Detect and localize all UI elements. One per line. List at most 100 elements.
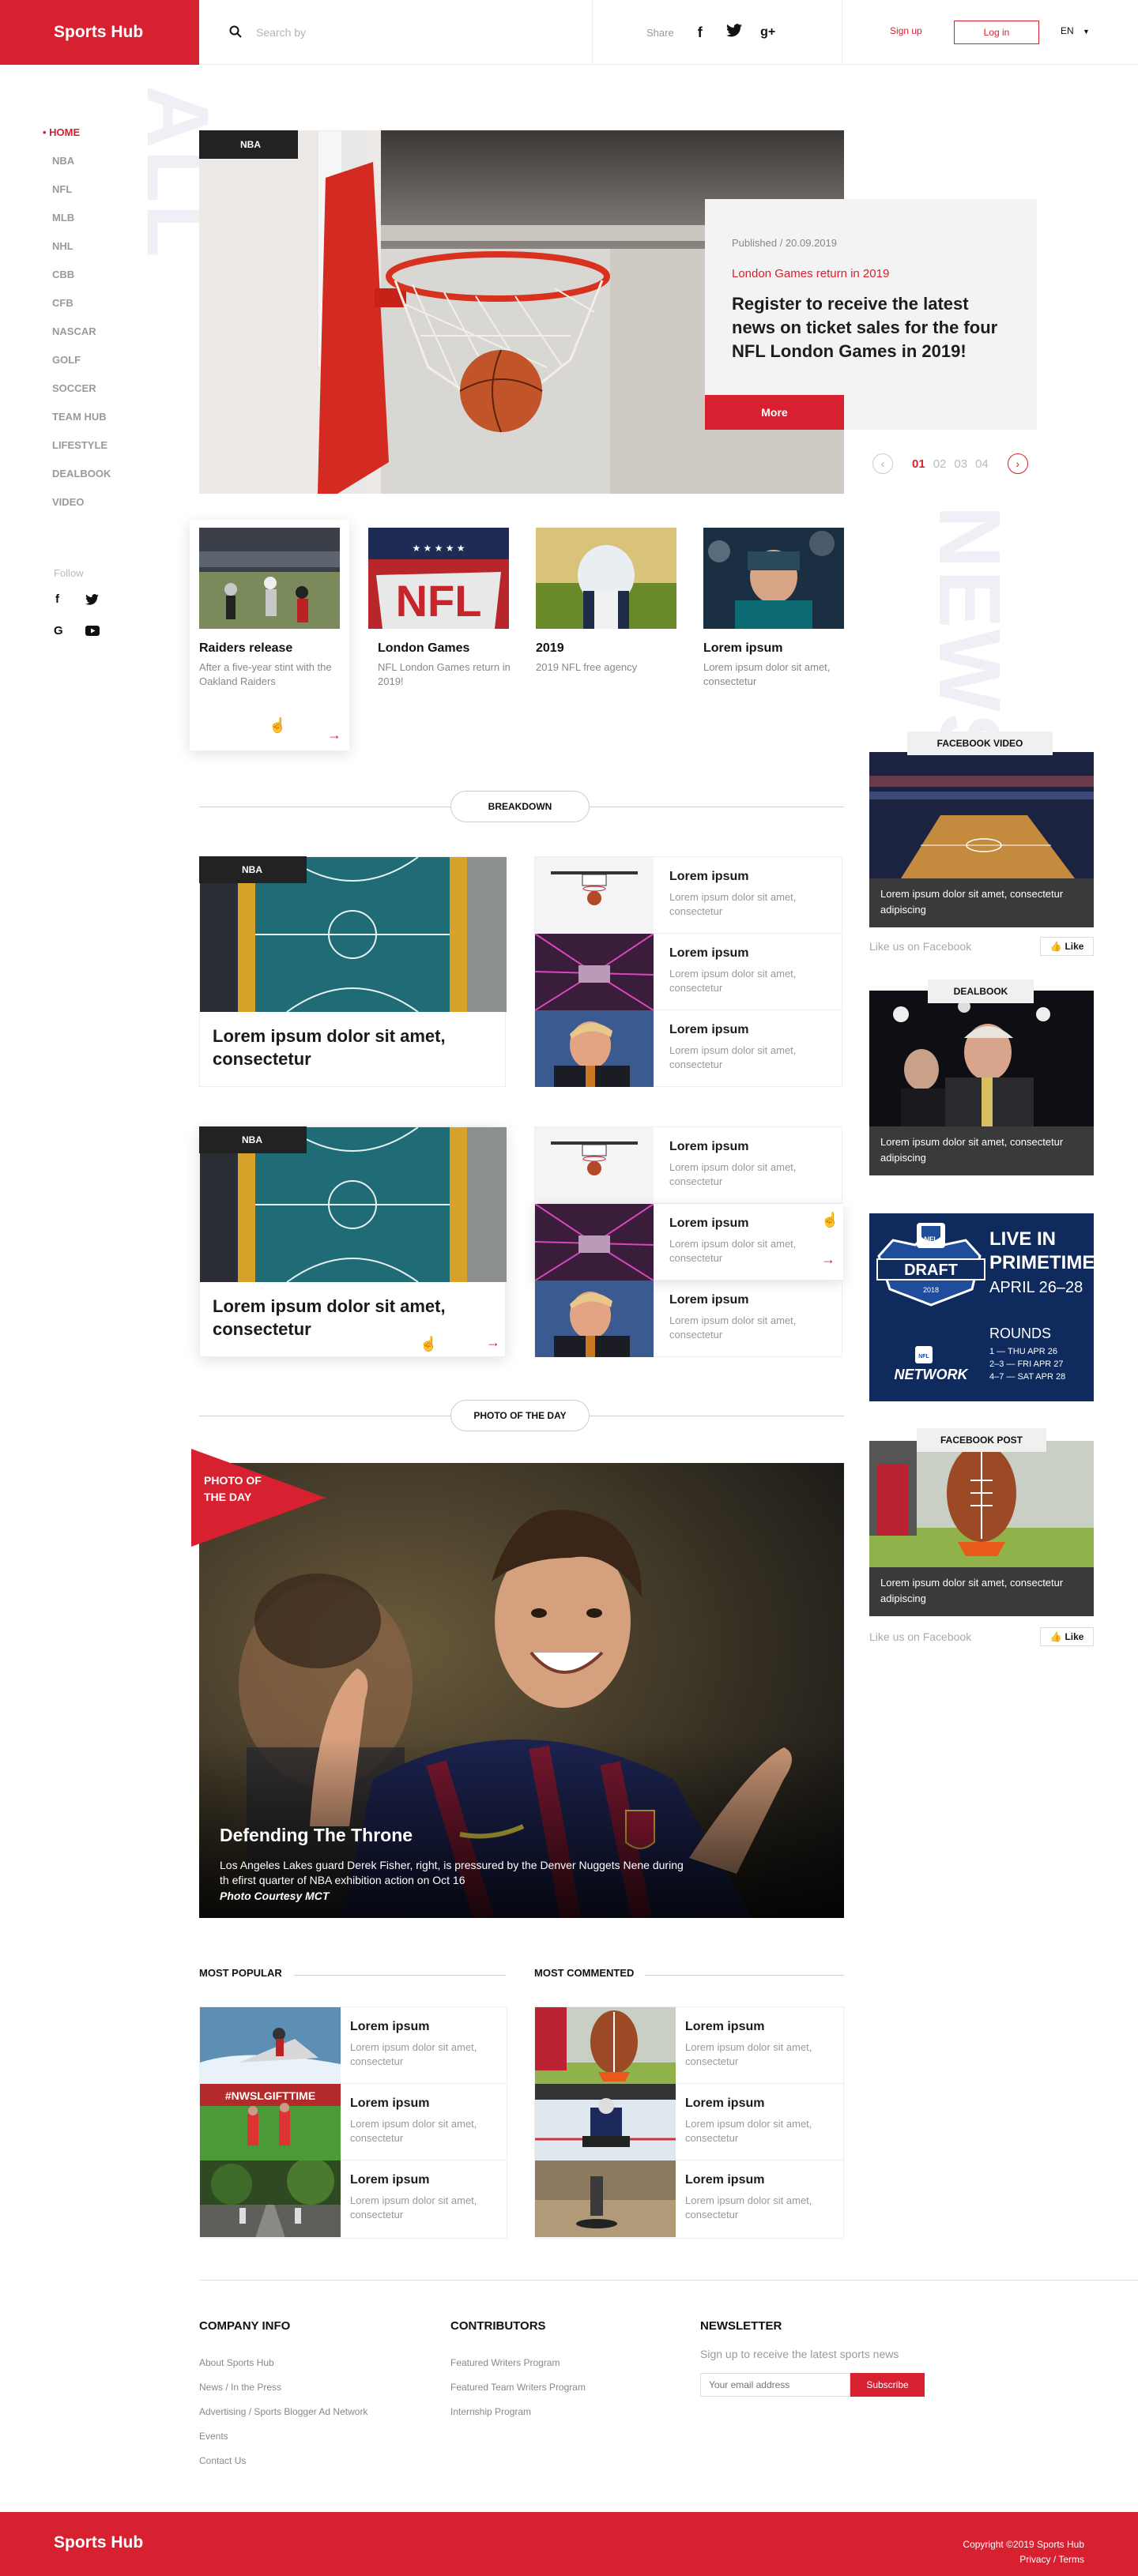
copyright-text: Copyright ©2019 Sports Hub: [963, 2539, 1084, 2550]
like-button[interactable]: 👍 Like: [1040, 1627, 1094, 1646]
newsletter-text: Sign up to receive the latest sports new…: [700, 2348, 899, 2360]
newsletter-email-input[interactable]: [700, 2373, 850, 2397]
twitter-icon[interactable]: [725, 24, 742, 41]
page-number[interactable]: 03: [954, 457, 967, 471]
youtube-icon[interactable]: [85, 626, 100, 639]
google-icon[interactable]: G: [54, 624, 63, 637]
list-item-title: Lorem ipsum: [669, 1023, 749, 1036]
card-image[interactable]: [536, 528, 676, 629]
feature-title[interactable]: Lorem ipsum dolor sit amet, consectetur: [213, 1025, 473, 1070]
hero-subtitle[interactable]: London Games return in 2019: [732, 267, 889, 280]
list-item[interactable]: Lorem ipsum Lorem ipsum dolor sit amet, …: [200, 2007, 508, 2084]
sidebar-item-dealbook[interactable]: DEALBOOK: [43, 468, 111, 496]
chevron-right-icon[interactable]: ›: [1007, 453, 1028, 474]
facebook-video-caption[interactable]: Lorem ipsum dolor sit amet, consectetur …: [869, 878, 1094, 927]
more-button[interactable]: More: [705, 395, 844, 430]
nfl-draft-ad[interactable]: NFL DRAFT 2018 LIVE IN PRIMETIME APRIL 2…: [869, 1213, 1094, 1401]
sidebar-item-mlb[interactable]: MLB: [43, 212, 111, 240]
list-item[interactable]: Lorem ipsum Lorem ipsum dolor sit amet, …: [535, 857, 843, 934]
arrow-right-icon[interactable]: →: [821, 1251, 835, 1268]
search-input[interactable]: [256, 26, 556, 39]
facebook-icon[interactable]: f: [55, 592, 59, 606]
dealbook-image[interactable]: [869, 991, 1094, 1126]
sidebar-item-nhl[interactable]: NHL: [43, 240, 111, 269]
facebook-video-image[interactable]: [869, 752, 1094, 878]
list-item[interactable]: Lorem ipsum Lorem ipsum dolor sit amet, …: [535, 1204, 843, 1280]
language-value: EN: [1061, 25, 1074, 36]
list-item[interactable]: Lorem ipsum Lorem ipsum dolor sit amet, …: [535, 1127, 843, 1204]
sidebar-item-golf[interactable]: GOLF: [43, 354, 111, 382]
arrow-right-icon[interactable]: →: [327, 727, 341, 743]
facebook-icon[interactable]: f: [691, 24, 709, 41]
like-button[interactable]: 👍 Like: [1040, 937, 1094, 956]
list-item[interactable]: Lorem ipsum Lorem ipsum dolor sit amet, …: [535, 934, 843, 1010]
page-number[interactable]: 01: [912, 457, 925, 471]
sidebar-item-nfl[interactable]: NFL: [43, 183, 111, 212]
subscribe-button[interactable]: Subscribe: [850, 2373, 925, 2397]
sidebar-item-cbb[interactable]: CBB: [43, 269, 111, 297]
chevron-left-icon[interactable]: ‹: [872, 453, 893, 474]
login-button[interactable]: Log in: [954, 21, 1039, 44]
list-item[interactable]: Lorem ipsum Lorem ipsum dolor sit amet, …: [535, 2160, 845, 2238]
breakdown-feature-card[interactable]: Lorem ipsum dolor sit amet, consectetur …: [199, 1126, 507, 1357]
card-image[interactable]: [703, 528, 844, 629]
sidebar-item-soccer[interactable]: SOCCER: [43, 382, 111, 411]
list-item[interactable]: #NWSLGIFTTIME Lorem ipsum Lorem ipsum do…: [200, 2084, 508, 2160]
footer-link[interactable]: Featured Writers Program: [450, 2357, 560, 2368]
footer-link[interactable]: Events: [199, 2431, 228, 2442]
language-select[interactable]: EN ▼: [1061, 25, 1090, 36]
list-item[interactable]: Lorem ipsum Lorem ipsum dolor sit amet, …: [535, 1010, 843, 1088]
page-number[interactable]: 04: [975, 457, 989, 471]
dealbook-caption[interactable]: Lorem ipsum dolor sit amet, consectetur …: [869, 1126, 1094, 1175]
hero-pagination: ‹ 01 02 03 04 ›: [872, 453, 1028, 474]
google-plus-icon[interactable]: g+: [759, 25, 777, 39]
like-us-text[interactable]: Like us on Facebook: [869, 940, 971, 953]
page-number[interactable]: 02: [933, 457, 947, 471]
footer-link[interactable]: Advertising / Sports Blogger Ad Network: [199, 2406, 367, 2417]
flag-text: PHOTO OF THE DAY: [204, 1474, 262, 1503]
card-image[interactable]: [199, 528, 340, 629]
photo-title[interactable]: Defending The Throne: [220, 1825, 413, 1846]
signup-link[interactable]: Sign up: [890, 25, 922, 36]
svg-text:★ ★ ★ ★ ★: ★ ★ ★ ★ ★: [412, 543, 465, 554]
ad-round-1: 1 — THU APR 26: [989, 1347, 1057, 1356]
card-title[interactable]: 2019: [536, 641, 564, 656]
list-item-image: [535, 1010, 654, 1087]
card-title[interactable]: Raiders release: [199, 641, 292, 656]
footer-link[interactable]: Internship Program: [450, 2406, 531, 2417]
list-item[interactable]: Lorem ipsum Lorem ipsum dolor sit amet, …: [535, 1280, 843, 1358]
twitter-icon[interactable]: [85, 594, 99, 608]
list-item[interactable]: Lorem ipsum Lorem ipsum dolor sit amet, …: [200, 2160, 508, 2238]
sidebar-item-team-hub[interactable]: TEAM HUB: [43, 411, 111, 439]
card-title[interactable]: Lorem ipsum: [703, 641, 782, 656]
arrow-right-icon[interactable]: →: [486, 1334, 500, 1351]
sidebar-item-video[interactable]: VIDEO: [43, 496, 111, 525]
footer-logo[interactable]: Sports Hub: [54, 2533, 143, 2552]
footer-link[interactable]: About Sports Hub: [199, 2357, 274, 2368]
feature-title[interactable]: Lorem ipsum dolor sit amet, consectetur: [213, 1295, 473, 1341]
list-item[interactable]: Lorem ipsum Lorem ipsum dolor sit amet, …: [535, 2084, 845, 2160]
facebook-post-caption[interactable]: Lorem ipsum dolor sit amet, consectetur …: [869, 1567, 1094, 1616]
sidebar-item-cfb[interactable]: CFB: [43, 297, 111, 325]
sidebar-item-nascar[interactable]: NASCAR: [43, 325, 111, 354]
footer-link[interactable]: Contact Us: [199, 2455, 246, 2466]
facebook-post-image[interactable]: [869, 1441, 1094, 1567]
category-tag[interactable]: NBA: [199, 856, 307, 883]
category-tag[interactable]: NBA: [199, 130, 298, 159]
sidebar-item-home[interactable]: • HOME: [43, 126, 111, 155]
footer-link[interactable]: Featured Team Writers Program: [450, 2382, 586, 2393]
breakdown-feature-card[interactable]: Lorem ipsum dolor sit amet, consectetur: [199, 856, 507, 1087]
site-logo[interactable]: Sports Hub: [0, 0, 199, 65]
list-item[interactable]: Lorem ipsum Lorem ipsum dolor sit amet, …: [535, 2007, 845, 2084]
search-icon[interactable]: [229, 25, 242, 40]
sidebar-item-lifestyle[interactable]: LIFESTYLE: [43, 439, 111, 468]
sidebar-item-nba[interactable]: NBA: [43, 155, 111, 183]
ad-line2: PRIMETIME: [989, 1252, 1094, 1273]
legal-links[interactable]: Privacy / Terms: [963, 2552, 1084, 2567]
hero-title[interactable]: Register to receive the latest news on t…: [732, 292, 1016, 363]
card-image[interactable]: ★ ★ ★ ★ ★ NFL: [368, 528, 509, 629]
category-tag[interactable]: NBA: [199, 1126, 307, 1153]
footer-link[interactable]: News / In the Press: [199, 2382, 281, 2393]
like-us-text[interactable]: Like us on Facebook: [869, 1630, 971, 1643]
card-title[interactable]: London Games: [378, 641, 469, 656]
